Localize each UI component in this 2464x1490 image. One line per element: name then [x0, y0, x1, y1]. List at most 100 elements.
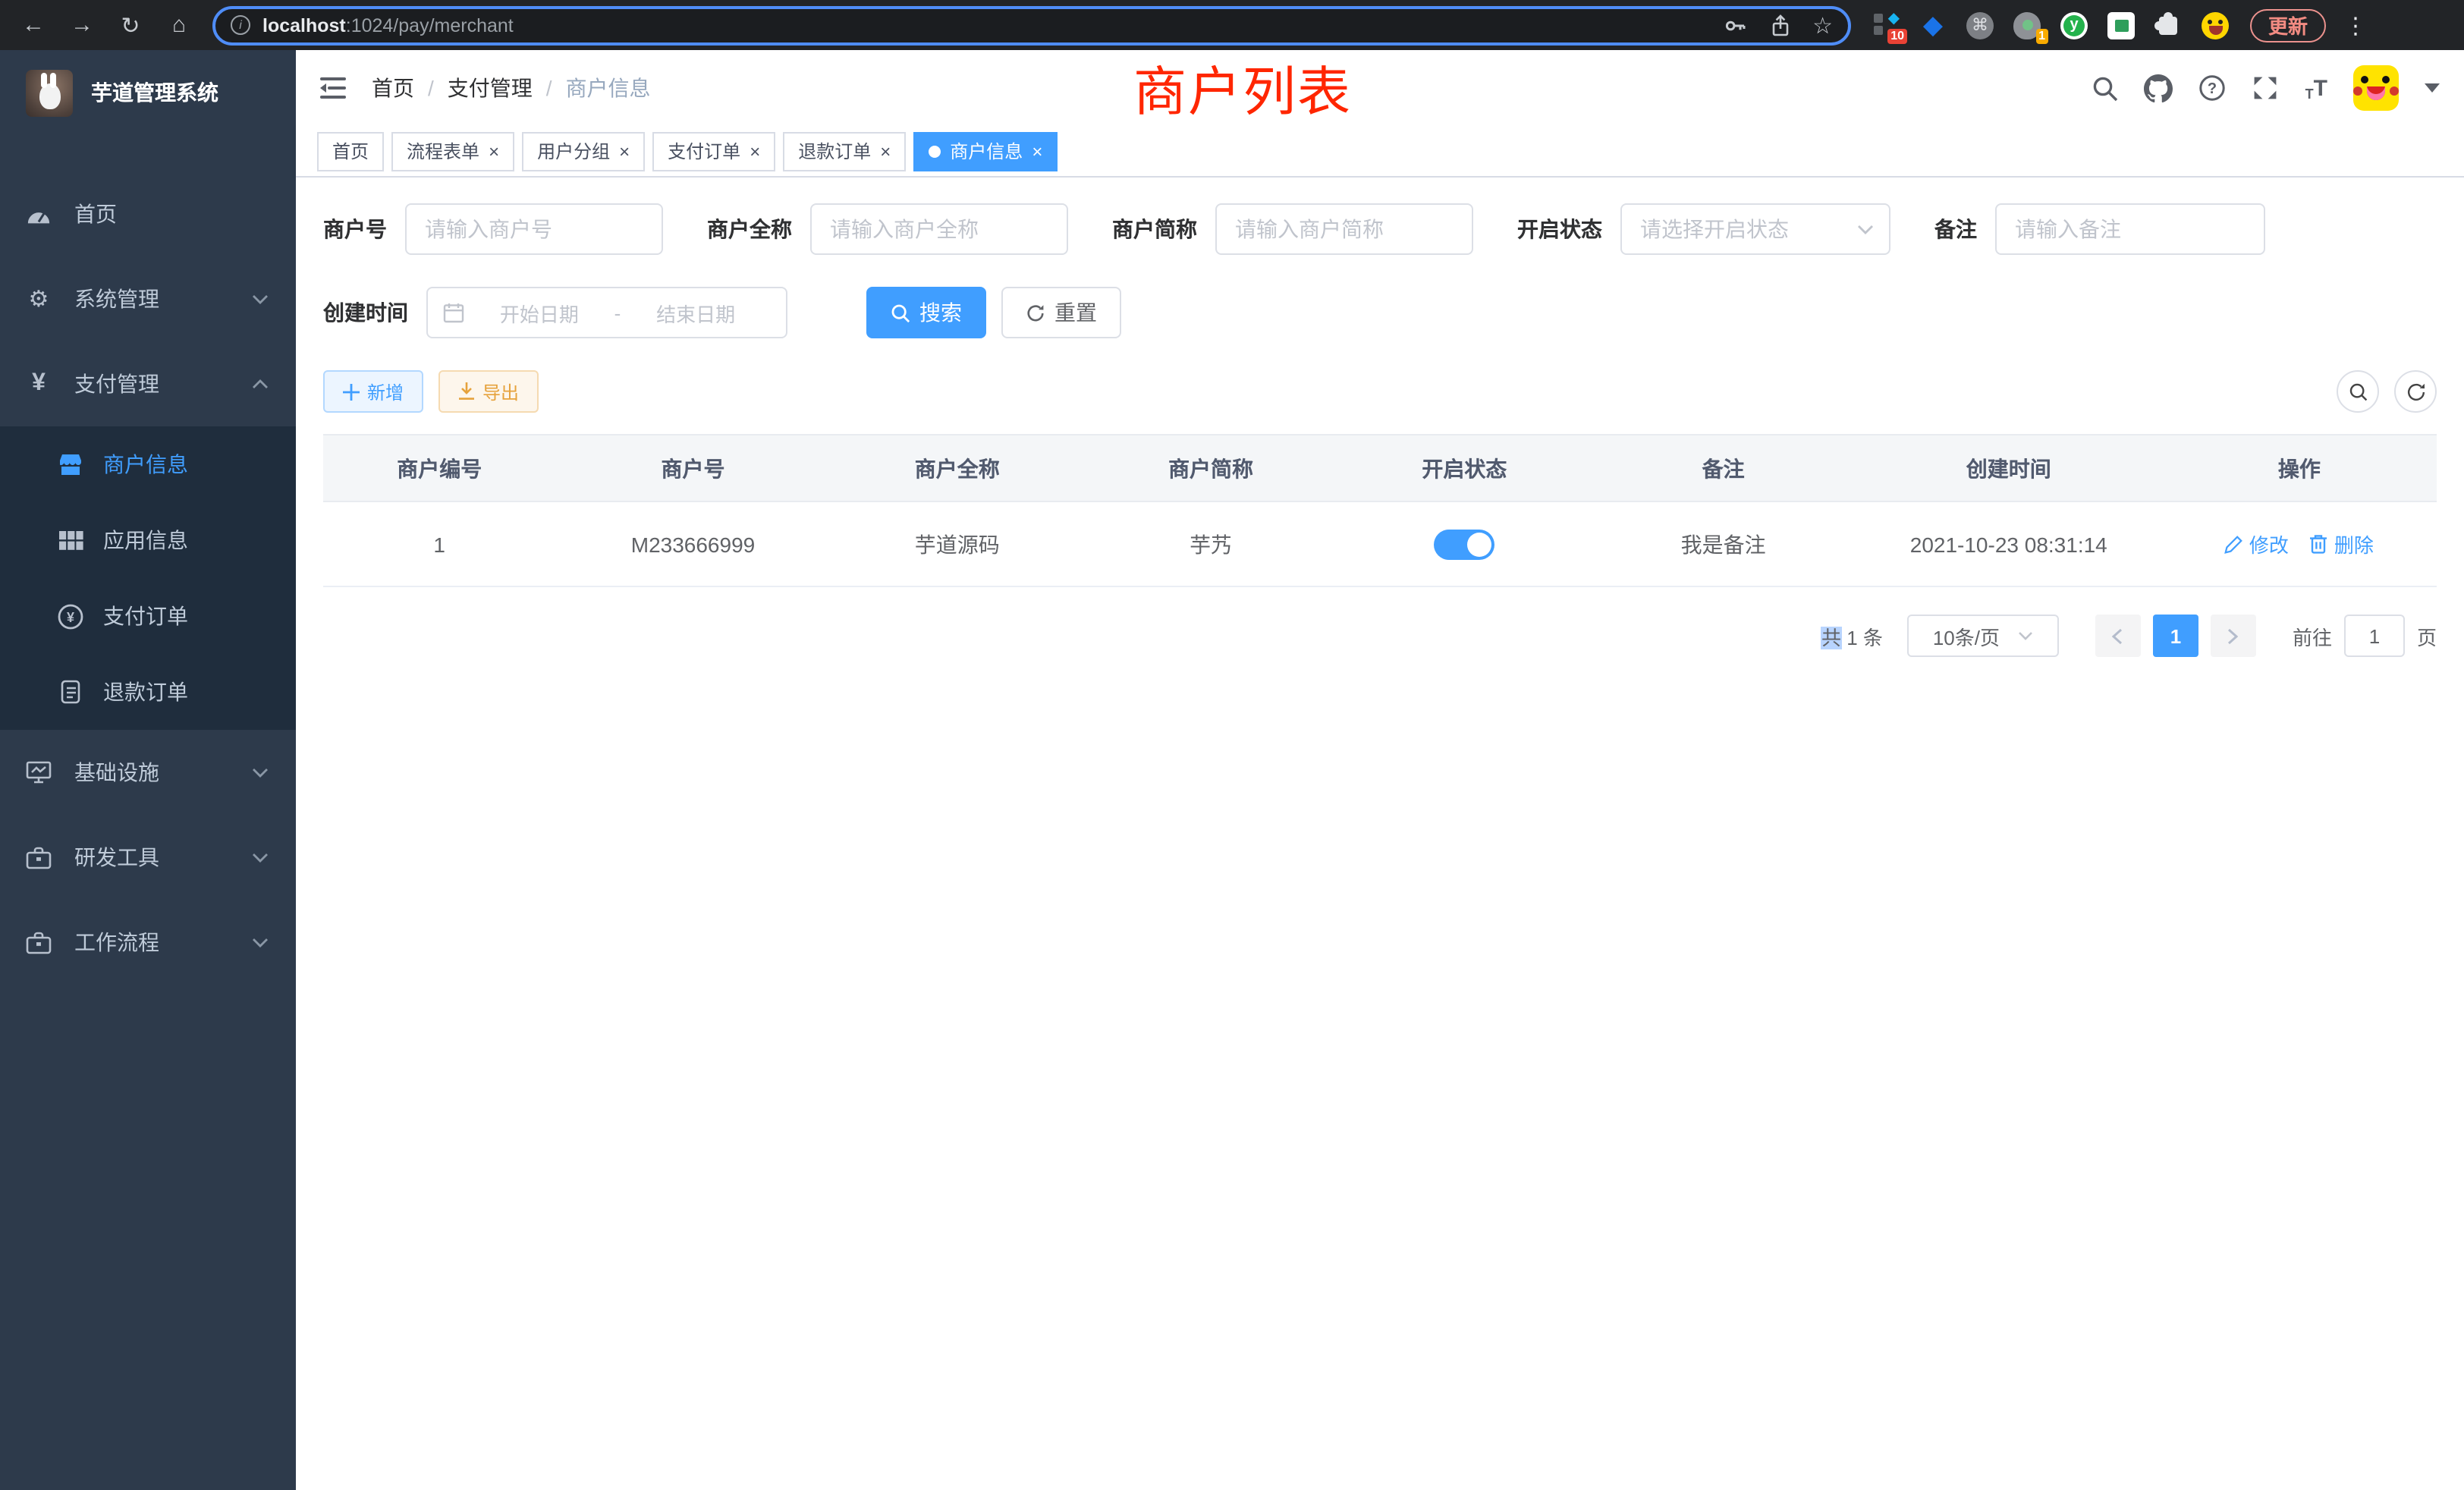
table-mini-actions [2337, 370, 2437, 413]
start-date-placeholder[interactable]: 开始日期 [464, 298, 614, 327]
sidebar-item-home[interactable]: 首页 [0, 171, 296, 256]
tab-merchant-info[interactable]: 商户信息× [913, 131, 1058, 171]
search-icon[interactable] [2093, 75, 2119, 101]
help-icon[interactable]: ? [2199, 74, 2227, 102]
date-range-picker[interactable]: 开始日期 - 结束日期 [426, 287, 787, 338]
edit-link[interactable]: 修改 [2225, 530, 2289, 558]
reload-icon[interactable]: ↻ [112, 7, 149, 43]
extension-chat-icon[interactable] [2107, 11, 2135, 39]
cell-status [1337, 501, 1591, 586]
filter-remark: 备注 [1934, 203, 2265, 255]
tab-home[interactable]: 首页 [317, 131, 384, 171]
sidebar-item-system[interactable]: ⚙ 系统管理 [0, 256, 296, 341]
back-icon[interactable]: ← [15, 7, 52, 43]
sidebar-item-pay-order[interactable]: ¥ 支付订单 [0, 578, 296, 654]
share-icon[interactable] [1768, 13, 1791, 37]
refresh-icon [2406, 382, 2425, 401]
sidebar-item-infra[interactable]: 基础设施 [0, 730, 296, 815]
browser-toolbar: ← → ↻ ⌂ i localhost:1024/pay/merchant ☆ … [0, 0, 2464, 50]
bookmark-star-icon[interactable]: ☆ [1812, 11, 1833, 39]
key-icon[interactable] [1723, 13, 1747, 37]
short-name-input[interactable] [1215, 203, 1473, 255]
add-button[interactable]: 新增 [323, 370, 423, 413]
annotation-title: 商户列表 [1133, 49, 1352, 127]
github-icon[interactable] [2145, 74, 2173, 102]
full-name-input[interactable] [810, 203, 1068, 255]
search-button[interactable]: 搜索 [866, 287, 986, 338]
breadcrumb-separator: / [546, 76, 552, 100]
close-icon[interactable]: × [619, 142, 630, 160]
sidebar-item-merchant-info[interactable]: 商户信息 [0, 426, 296, 502]
hamburger-icon[interactable] [320, 77, 346, 99]
chevron-down-icon [252, 937, 269, 948]
chevron-down-icon [2018, 631, 2033, 640]
next-page-button[interactable] [2211, 615, 2256, 657]
remark-input[interactable] [1995, 203, 2265, 255]
sidebar-item-app-info[interactable]: 应用信息 [0, 502, 296, 578]
app-title: 芋道管理系统 [91, 77, 218, 108]
close-icon[interactable]: × [750, 142, 760, 160]
status-select[interactable]: 请选择开启状态 [1620, 203, 1890, 255]
browser-menu-icon[interactable]: ⋮ [2344, 11, 2367, 39]
toggle-search-button[interactable] [2337, 370, 2379, 413]
calendar-icon [443, 302, 464, 323]
font-size-icon[interactable]: TT [2305, 75, 2327, 101]
page-1-button[interactable]: 1 [2153, 615, 2198, 657]
extension-command-icon[interactable]: ⌘ [1966, 11, 1994, 39]
refresh-table-button[interactable] [2394, 370, 2437, 413]
extension-y-icon[interactable]: y [2060, 11, 2088, 39]
sidebar-item-dev-tools[interactable]: 研发工具 [0, 815, 296, 900]
address-bar[interactable]: i localhost:1024/pay/merchant ☆ [212, 5, 1851, 45]
tab-process-form[interactable]: 流程表单× [391, 131, 514, 171]
extensions-puzzle-icon[interactable] [2154, 11, 2182, 39]
breadcrumb-item-pay[interactable]: 支付管理 [448, 73, 533, 103]
filter-row-1: 商户号 商户全称 商户简称 开启状态 请选择开启状态 [323, 203, 2437, 255]
col-merchant-no: 商户号 [555, 435, 830, 501]
extension-tabs-icon[interactable]: ◆10 [1872, 11, 1900, 39]
extension-kite-icon[interactable]: ◆ [1919, 11, 1947, 39]
profile-emoji-icon[interactable] [2202, 11, 2229, 39]
sidebar-item-refund-order[interactable]: 退款订单 [0, 654, 296, 730]
page-suffix: 页 [2417, 621, 2437, 650]
col-seq: 商户编号 [323, 435, 555, 501]
page-size-select[interactable]: 10条/页 [1907, 615, 2059, 657]
prev-page-button[interactable] [2095, 615, 2141, 657]
navbar-actions: ? TT [2093, 65, 2440, 111]
col-actions: 操作 [2162, 435, 2437, 501]
merchant-no-input[interactable] [405, 203, 663, 255]
filter-create-time: 创建时间 开始日期 - 结束日期 [323, 287, 787, 338]
tab-pay-order[interactable]: 支付订单× [652, 131, 775, 171]
user-avatar[interactable] [2353, 65, 2399, 111]
caret-down-icon[interactable] [2425, 83, 2440, 93]
close-icon[interactable]: × [880, 142, 891, 160]
breadcrumb-item-home[interactable]: 首页 [372, 73, 414, 103]
tab-refund-order[interactable]: 退款订单× [783, 131, 906, 171]
end-date-placeholder[interactable]: 结束日期 [621, 298, 771, 327]
page-content: 商户号 商户全称 商户简称 开启状态 请选择开启状态 [296, 178, 2464, 1490]
sidebar-item-label: 支付管理 [74, 369, 159, 399]
tab-user-group[interactable]: 用户分组× [522, 131, 645, 171]
filter-full-name: 商户全称 [707, 203, 1068, 255]
goto-page-input[interactable] [2344, 615, 2405, 657]
reset-button[interactable]: 重置 [1001, 287, 1121, 338]
extension-recorder-icon[interactable]: 1 [2013, 11, 2041, 39]
site-info-icon[interactable]: i [231, 15, 250, 35]
status-toggle[interactable] [1434, 529, 1494, 559]
goto-label: 前往 [2293, 621, 2332, 650]
logo-row[interactable]: 芋道管理系统 [0, 50, 296, 135]
chrome-update-button[interactable]: 更新 [2250, 8, 2326, 42]
forward-icon[interactable]: → [64, 7, 100, 43]
close-icon[interactable]: × [489, 142, 499, 160]
delete-link[interactable]: 删除 [2310, 530, 2374, 558]
sidebar-item-workflow[interactable]: 工作流程 [0, 900, 296, 985]
sidebar-item-pay[interactable]: ¥ 支付管理 [0, 341, 296, 426]
home-icon[interactable]: ⌂ [161, 7, 197, 43]
close-icon[interactable]: × [1032, 142, 1042, 160]
pagination: 共 1 条 10条/页 1 前往 页 [323, 615, 2437, 657]
url-text[interactable]: localhost:1024/pay/merchant [262, 14, 1711, 36]
col-remark: 备注 [1592, 435, 1856, 501]
sidebar-item-label: 基础设施 [74, 757, 159, 787]
sidebar-item-label: 商户信息 [103, 449, 188, 479]
fullscreen-icon[interactable] [2252, 74, 2280, 102]
export-button[interactable]: 导出 [438, 370, 539, 413]
